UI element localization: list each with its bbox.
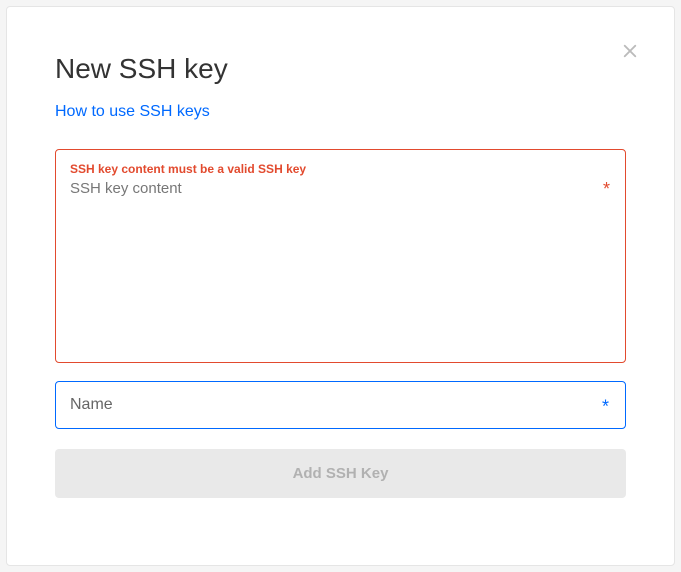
add-ssh-key-button[interactable]: Add SSH Key xyxy=(55,449,626,498)
ssh-key-error-message: SSH key content must be a valid SSH key xyxy=(70,162,611,176)
required-asterisk-icon: * xyxy=(603,179,610,200)
ssh-key-content-field: SSH key content must be a valid SSH key … xyxy=(55,149,626,363)
new-ssh-key-modal: New SSH key How to use SSH keys SSH key … xyxy=(6,6,675,566)
close-icon[interactable] xyxy=(621,42,639,60)
name-box: * xyxy=(55,381,626,429)
name-field: * xyxy=(55,381,626,429)
required-asterisk-icon: * xyxy=(602,397,609,418)
ssh-key-content-box: SSH key content must be a valid SSH key xyxy=(55,149,626,363)
ssh-key-content-input[interactable] xyxy=(70,180,611,340)
name-input[interactable] xyxy=(70,396,584,414)
how-to-use-ssh-keys-link[interactable]: How to use SSH keys xyxy=(55,103,210,121)
page-title: New SSH key xyxy=(55,53,626,85)
